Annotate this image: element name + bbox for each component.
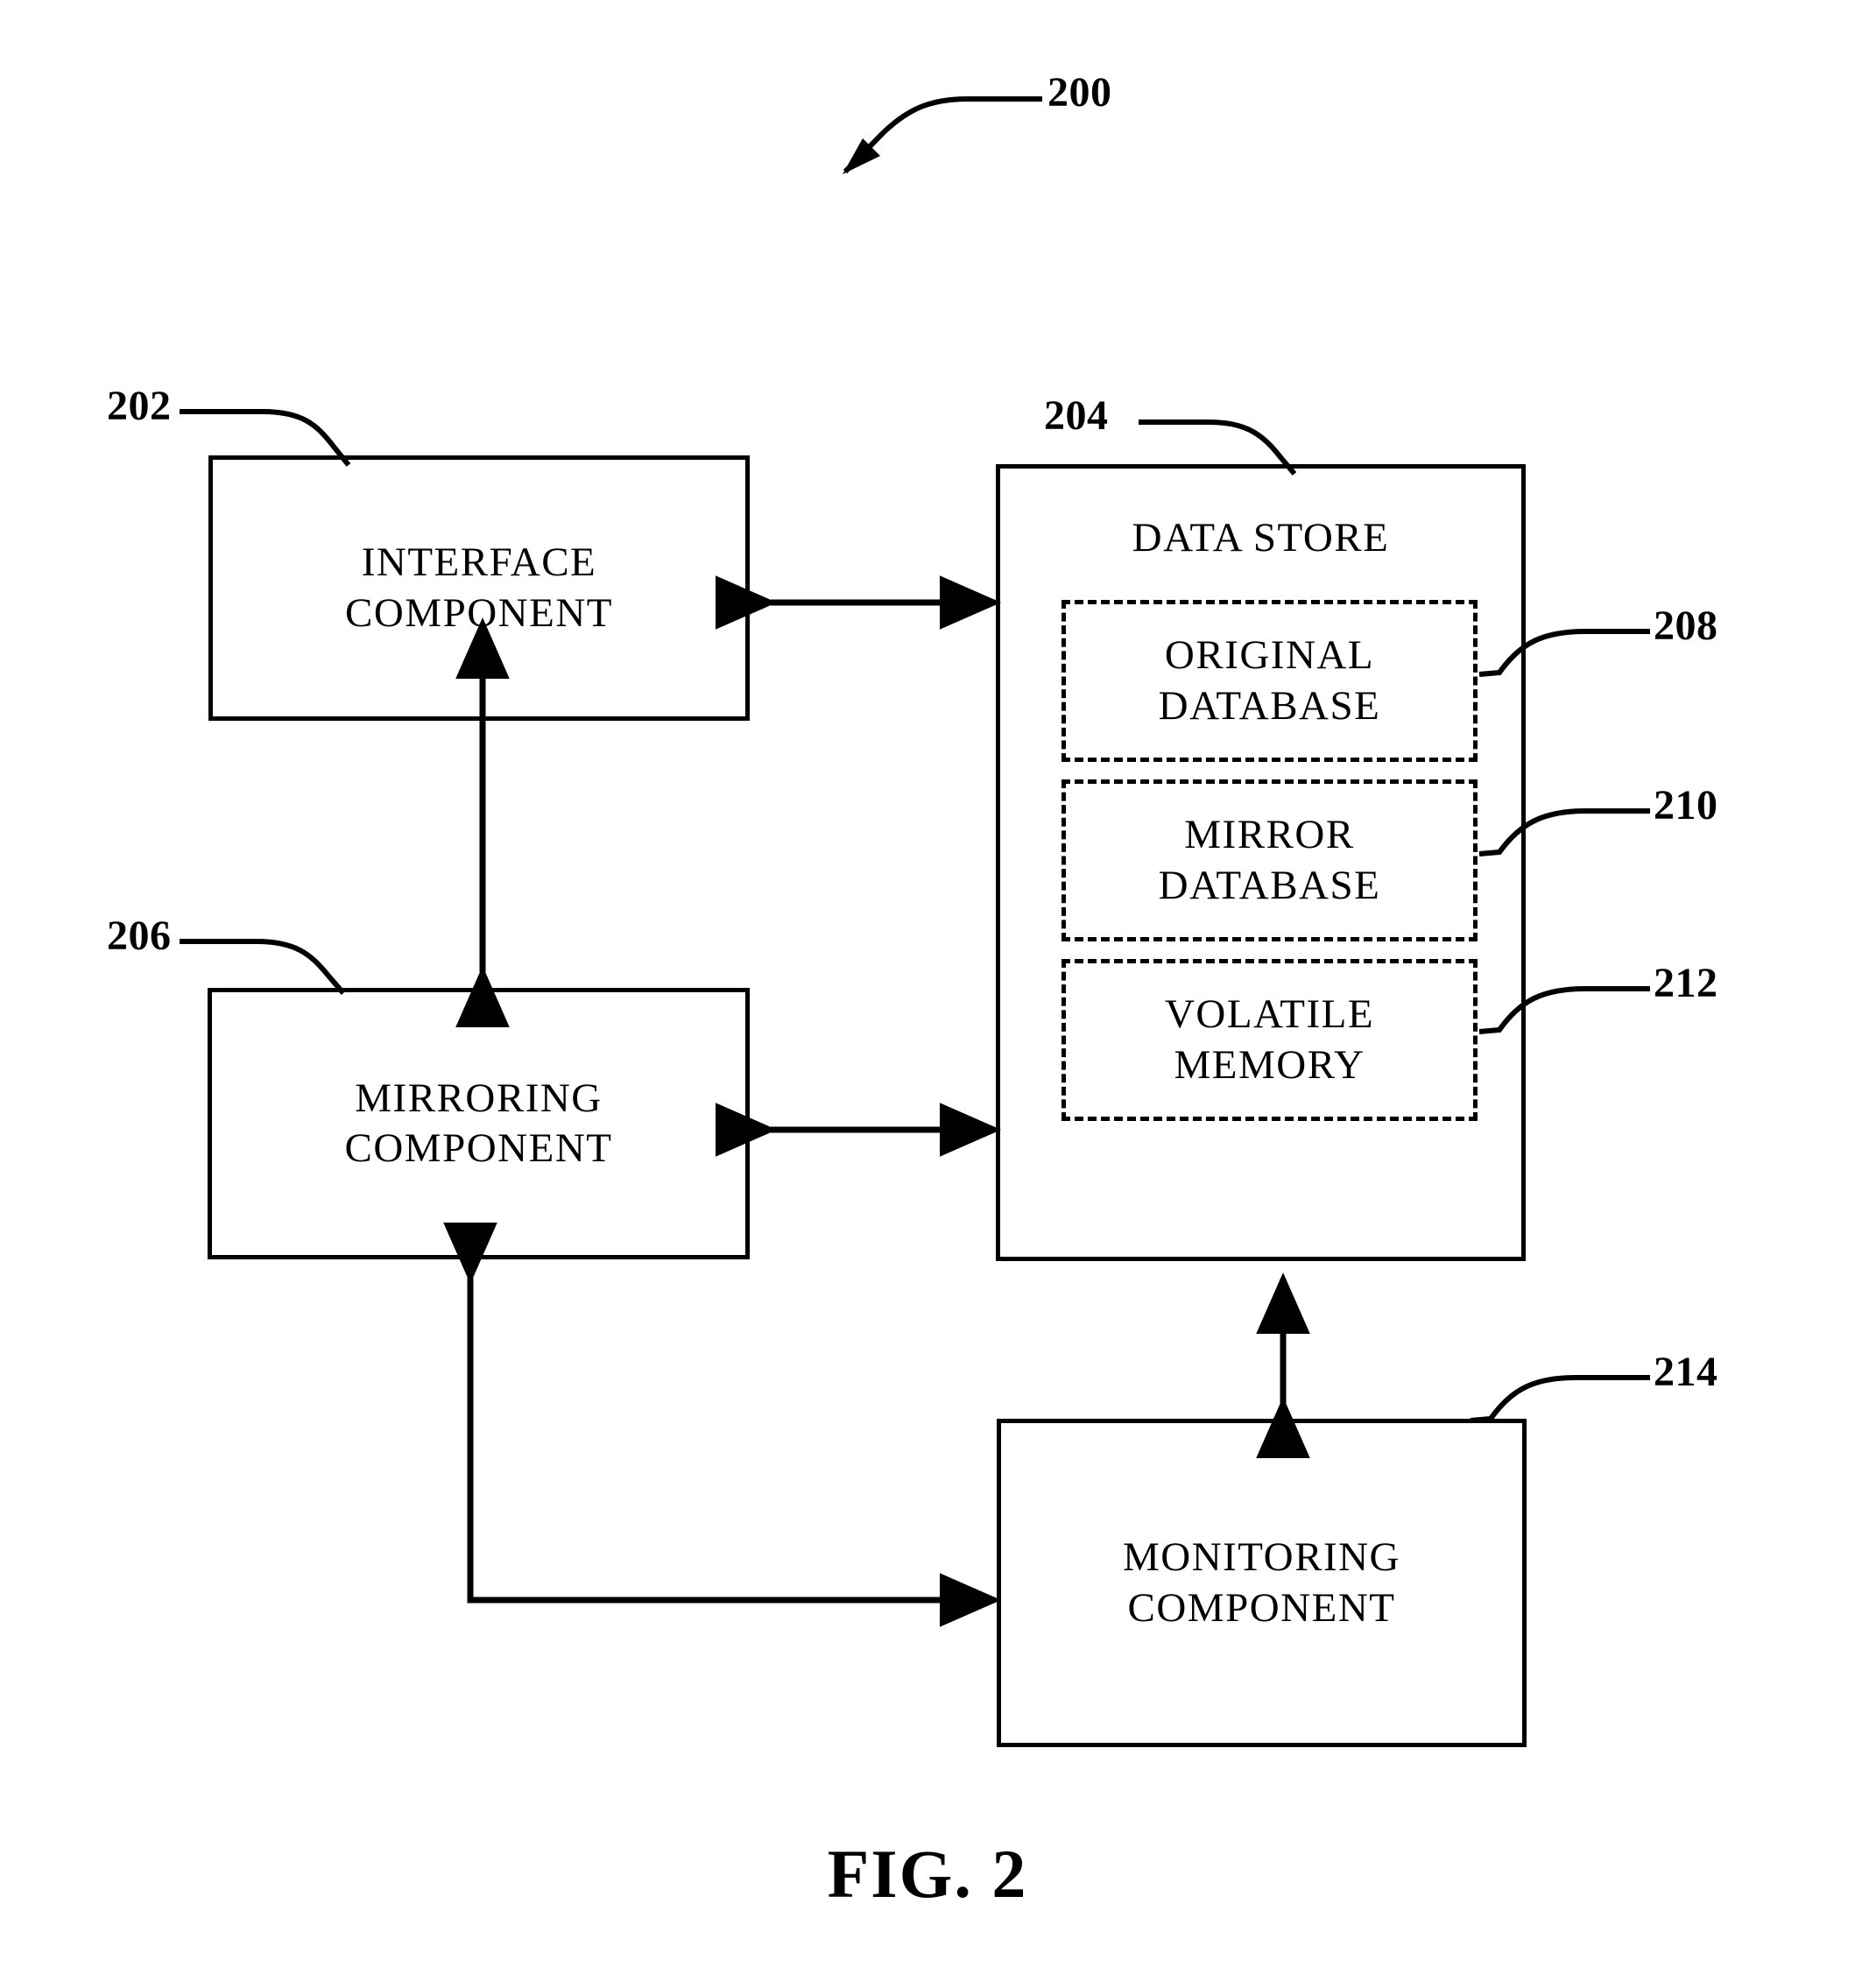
node-monitoring-component-label: MONITORING COMPONENT: [1122, 1534, 1400, 1631]
node-interface-component[interactable]: INTERFACE COMPONENT: [208, 455, 750, 721]
node-volatile-memory[interactable]: VOLATILE MEMORY: [1062, 959, 1478, 1121]
node-data-store[interactable]: DATA STORE ORIGINAL DATABASE MIRROR DATA…: [996, 464, 1526, 1261]
figure-caption: FIG. 2: [827, 1836, 1028, 1912]
leader-line-200: [843, 96, 1042, 174]
connector-monitoring-to-mirroring: [443, 1223, 1001, 1627]
ref-number-206: 206: [107, 913, 172, 959]
node-original-database[interactable]: ORIGINAL DATABASE: [1062, 600, 1478, 762]
node-original-database-label: ORIGINAL DATABASE: [1158, 632, 1381, 729]
ref-number-204: 204: [1044, 392, 1109, 439]
node-mirror-database[interactable]: MIRROR DATABASE: [1062, 779, 1478, 941]
leader-line-206: [180, 939, 346, 995]
ref-number-202: 202: [107, 383, 172, 429]
node-mirror-database-label: MIRROR DATABASE: [1158, 812, 1381, 908]
node-interface-component-label: INTERFACE COMPONENT: [345, 539, 613, 636]
patent-figure-page: 200 202 204 206 208 210 212 214 INTERFAC…: [0, 0, 1855, 1988]
node-data-store-title: DATA STORE: [1132, 515, 1390, 560]
node-mirroring-component-label: MIRRORING COMPONENT: [344, 1075, 613, 1171]
ref-number-210: 210: [1654, 782, 1718, 828]
ref-number-214: 214: [1654, 1349, 1718, 1395]
ref-number-208: 208: [1654, 603, 1718, 649]
ref-number-212: 212: [1654, 960, 1718, 1006]
node-mirroring-component[interactable]: MIRRORING COMPONENT: [208, 988, 750, 1259]
ref-number-200: 200: [1047, 69, 1112, 116]
node-volatile-memory-label: VOLATILE MEMORY: [1164, 991, 1375, 1088]
leader-line-214: [1470, 1375, 1650, 1423]
node-monitoring-component[interactable]: MONITORING COMPONENT: [997, 1419, 1527, 1747]
